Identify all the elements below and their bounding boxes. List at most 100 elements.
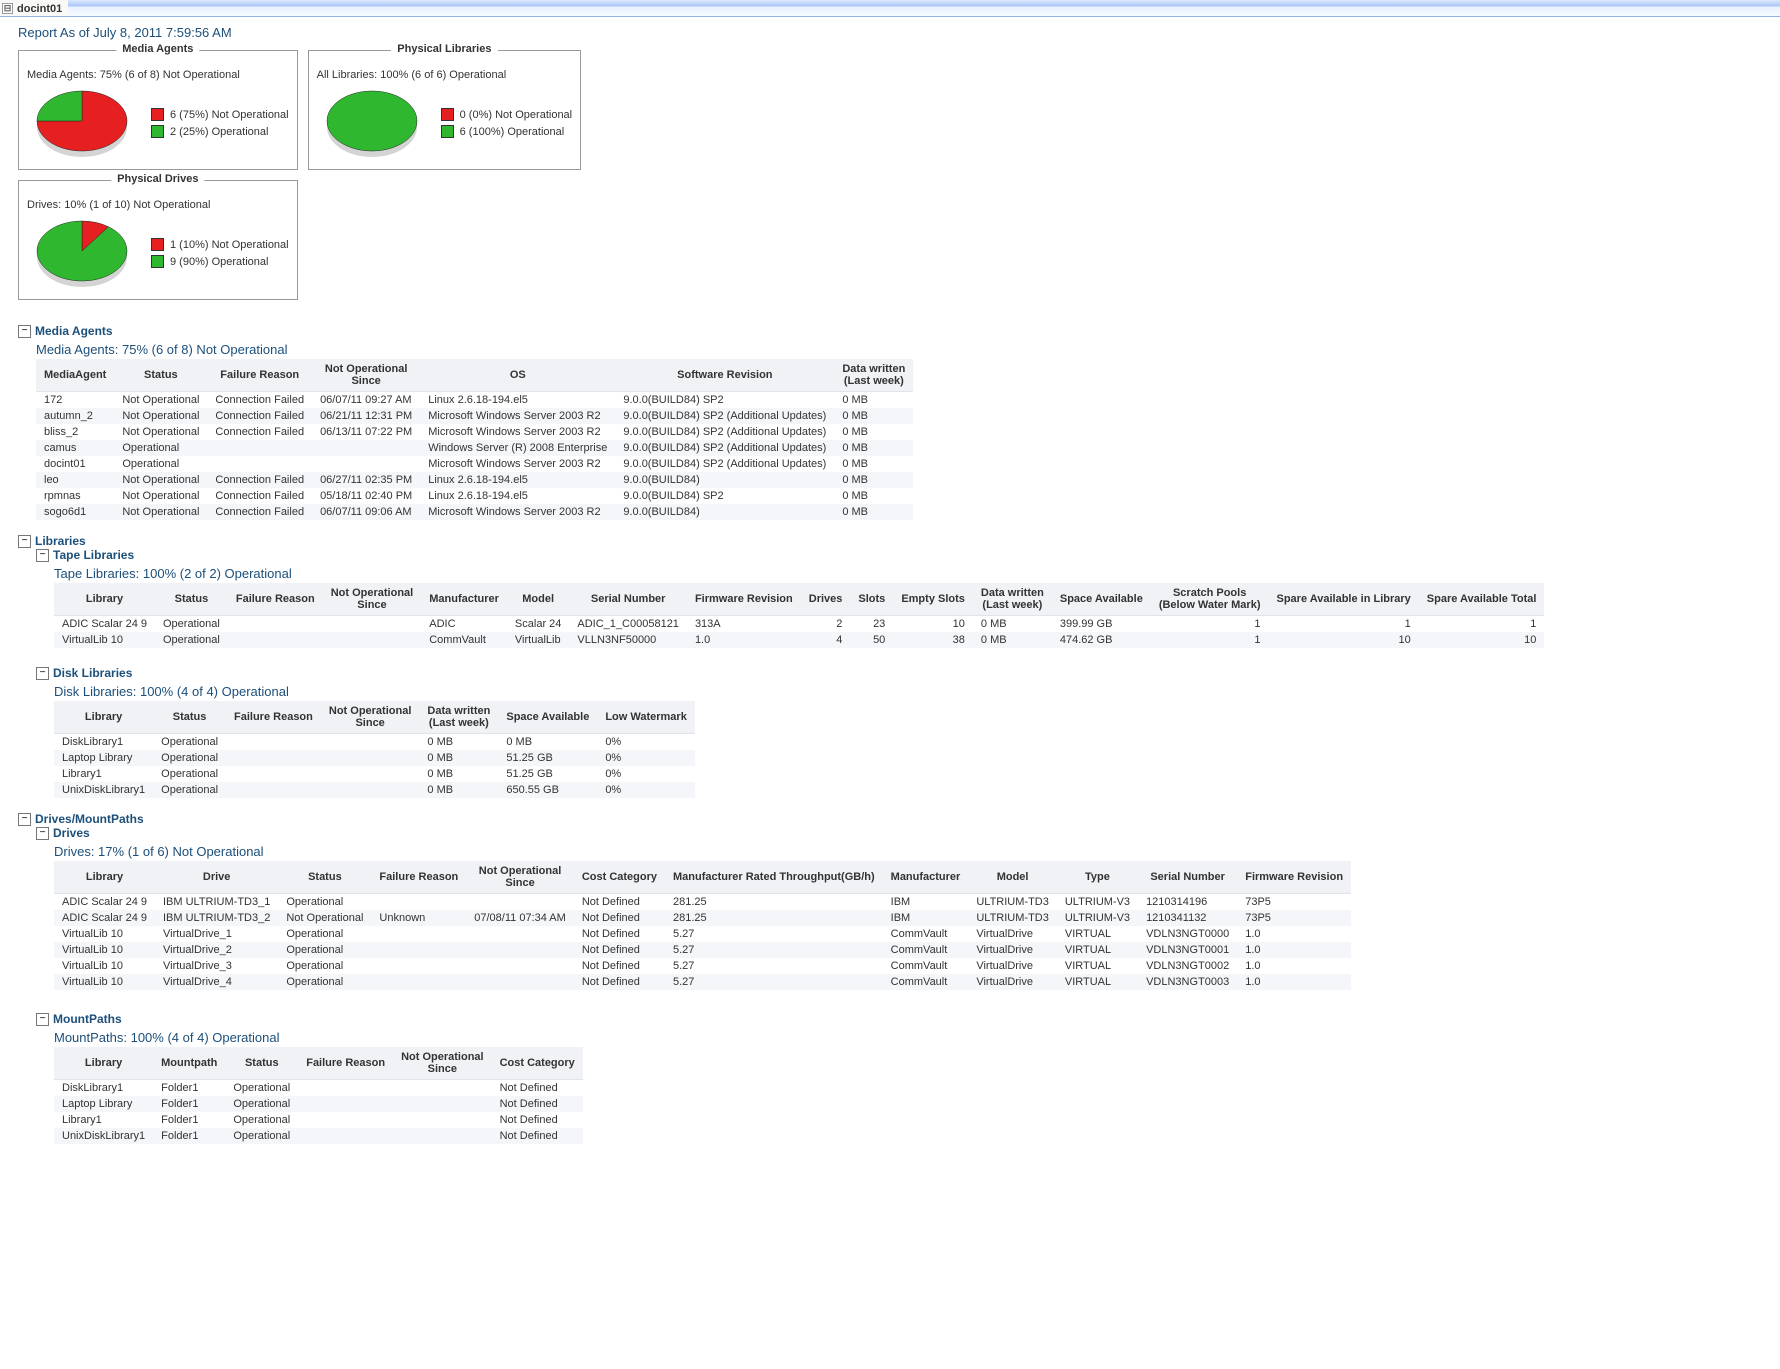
table-row[interactable]: camusOperationalWindows Server (R) 2008 … xyxy=(36,440,913,456)
column-header[interactable]: Drive xyxy=(155,861,278,894)
column-header[interactable]: Manufacturer xyxy=(421,583,507,616)
collapse-icon[interactable]: − xyxy=(36,1013,49,1026)
column-header[interactable]: Firmware Revision xyxy=(687,583,801,616)
column-header[interactable]: Not OperationalSince xyxy=(393,1047,492,1080)
table-row[interactable]: VirtualLib 10VirtualDrive_1OperationalNo… xyxy=(54,926,1351,942)
table-row[interactable]: ADIC Scalar 24 9OperationalADICScalar 24… xyxy=(54,616,1544,633)
column-header[interactable]: Failure Reason xyxy=(298,1047,393,1080)
column-header[interactable]: Status xyxy=(114,359,207,392)
section-libraries: − Libraries − Tape Libraries Tape Librar… xyxy=(18,534,1772,798)
table-row[interactable]: sogo6d1Not OperationalConnection Failed0… xyxy=(36,504,913,520)
section-toggle-media-agents[interactable]: − Media Agents xyxy=(18,324,1772,338)
cell: Operational xyxy=(225,1080,298,1097)
column-header[interactable]: Slots xyxy=(850,583,893,616)
column-header[interactable]: Status xyxy=(278,861,371,894)
cell: Not Operational xyxy=(114,504,207,520)
cell xyxy=(298,1080,393,1097)
collapse-icon[interactable]: − xyxy=(36,827,49,840)
column-header[interactable]: Library xyxy=(54,583,155,616)
section-toggle-disk-libraries[interactable]: − Disk Libraries xyxy=(36,666,1772,680)
table-row[interactable]: UnixDiskLibrary1Operational0 MB650.55 GB… xyxy=(54,782,695,798)
table-row[interactable]: Library1Operational0 MB51.25 GB0% xyxy=(54,766,695,782)
column-header[interactable]: Spare Available in Library xyxy=(1268,583,1418,616)
table-row[interactable]: docint01OperationalMicrosoft Windows Ser… xyxy=(36,456,913,472)
column-header[interactable]: Serial Number xyxy=(1138,861,1237,894)
column-header[interactable]: Model xyxy=(968,861,1057,894)
column-header[interactable]: Library xyxy=(54,701,153,734)
table-row[interactable]: VirtualLib 10VirtualDrive_2OperationalNo… xyxy=(54,942,1351,958)
collapse-icon[interactable]: − xyxy=(36,549,49,562)
collapse-icon[interactable]: − xyxy=(18,325,31,338)
table-row[interactable]: DiskLibrary1Operational0 MB0 MB0% xyxy=(54,734,695,751)
cell: 38 xyxy=(893,632,973,648)
table-row[interactable]: VirtualLib 10OperationalCommVaultVirtual… xyxy=(54,632,1544,648)
column-header[interactable]: Drives xyxy=(801,583,851,616)
section-toggle-mountpaths[interactable]: − MountPaths xyxy=(36,1012,1772,1026)
table-row[interactable]: 172Not OperationalConnection Failed06/07… xyxy=(36,392,913,409)
column-header[interactable]: Scratch Pools(Below Water Mark) xyxy=(1151,583,1269,616)
table-row[interactable]: DiskLibrary1Folder1OperationalNot Define… xyxy=(54,1080,583,1097)
cell: 50 xyxy=(850,632,893,648)
table-row[interactable]: ADIC Scalar 24 9IBM ULTRIUM-TD3_1Operati… xyxy=(54,894,1351,911)
column-header[interactable]: Spare Available Total xyxy=(1419,583,1545,616)
column-header[interactable]: Manufacturer xyxy=(883,861,969,894)
column-header[interactable]: Failure Reason xyxy=(207,359,312,392)
cell: Not Operational xyxy=(278,910,371,926)
section-toggle-tape-libraries[interactable]: − Tape Libraries xyxy=(36,548,1772,562)
table-row[interactable]: Laptop LibraryFolder1OperationalNot Defi… xyxy=(54,1096,583,1112)
column-header[interactable]: Status xyxy=(153,701,226,734)
column-header[interactable]: Empty Slots xyxy=(893,583,973,616)
column-header[interactable]: Status xyxy=(155,583,228,616)
column-header[interactable]: Not OperationalSince xyxy=(323,583,422,616)
column-header[interactable]: Manufacturer Rated Throughput(GB/h) xyxy=(665,861,883,894)
column-header[interactable]: Data written(Last week) xyxy=(419,701,498,734)
column-header[interactable]: Space Available xyxy=(498,701,597,734)
column-header[interactable]: Failure Reason xyxy=(226,701,321,734)
column-header[interactable]: Firmware Revision xyxy=(1237,861,1351,894)
section-toggle-drives[interactable]: − Drives xyxy=(36,826,1772,840)
cell: Folder1 xyxy=(153,1096,225,1112)
table-row[interactable]: Laptop LibraryOperational0 MB51.25 GB0% xyxy=(54,750,695,766)
column-header[interactable]: Mountpath xyxy=(153,1047,225,1080)
column-header[interactable]: Status xyxy=(225,1047,298,1080)
column-header[interactable]: Not OperationalSince xyxy=(312,359,420,392)
section-toggle-libraries[interactable]: − Libraries xyxy=(18,534,1772,548)
column-header[interactable]: Library xyxy=(54,861,155,894)
collapse-icon[interactable]: − xyxy=(36,667,49,680)
column-header[interactable]: Low Watermark xyxy=(597,701,695,734)
column-header[interactable]: Failure Reason xyxy=(228,583,323,616)
table-row[interactable]: rpmnasNot OperationalConnection Failed05… xyxy=(36,488,913,504)
table-row[interactable]: leoNot OperationalConnection Failed06/27… xyxy=(36,472,913,488)
table-row[interactable]: autumn_2Not OperationalConnection Failed… xyxy=(36,408,913,424)
cell: Operational xyxy=(155,632,228,648)
column-header[interactable]: OS xyxy=(420,359,615,392)
cell xyxy=(393,1128,492,1144)
cell: Operational xyxy=(278,942,371,958)
table-row[interactable]: UnixDiskLibrary1Folder1OperationalNot De… xyxy=(54,1128,583,1144)
column-header[interactable]: Type xyxy=(1057,861,1138,894)
column-header[interactable]: Cost Category xyxy=(492,1047,583,1080)
window-collapse-icon[interactable]: ⊟ xyxy=(2,3,13,14)
legend-item: 6 (75%) Not Operational xyxy=(151,108,289,121)
column-header[interactable]: Library xyxy=(54,1047,153,1080)
column-header[interactable]: Model xyxy=(507,583,569,616)
table-row[interactable]: VirtualLib 10VirtualDrive_4OperationalNo… xyxy=(54,974,1351,990)
table-row[interactable]: bliss_2Not OperationalConnection Failed0… xyxy=(36,424,913,440)
section-toggle-drives-mountpaths[interactable]: − Drives/MountPaths xyxy=(18,812,1772,826)
column-header[interactable]: Data written(Last week) xyxy=(834,359,913,392)
column-header[interactable]: Cost Category xyxy=(574,861,665,894)
column-header[interactable]: Failure Reason xyxy=(371,861,466,894)
table-row[interactable]: VirtualLib 10VirtualDrive_3OperationalNo… xyxy=(54,958,1351,974)
column-header[interactable]: Space Available xyxy=(1052,583,1151,616)
column-header[interactable]: Data written(Last week) xyxy=(973,583,1052,616)
column-header[interactable]: Software Revision xyxy=(615,359,834,392)
column-header[interactable]: MediaAgent xyxy=(36,359,114,392)
column-header[interactable]: Not OperationalSince xyxy=(321,701,420,734)
table-row[interactable]: ADIC Scalar 24 9IBM ULTRIUM-TD3_2Not Ope… xyxy=(54,910,1351,926)
table-row[interactable]: Library1Folder1OperationalNot Defined xyxy=(54,1112,583,1128)
collapse-icon[interactable]: − xyxy=(18,535,31,548)
column-header[interactable]: Serial Number xyxy=(569,583,687,616)
column-header[interactable]: Not OperationalSince xyxy=(466,861,574,894)
cell: VirtualDrive_2 xyxy=(155,942,278,958)
collapse-icon[interactable]: − xyxy=(18,813,31,826)
